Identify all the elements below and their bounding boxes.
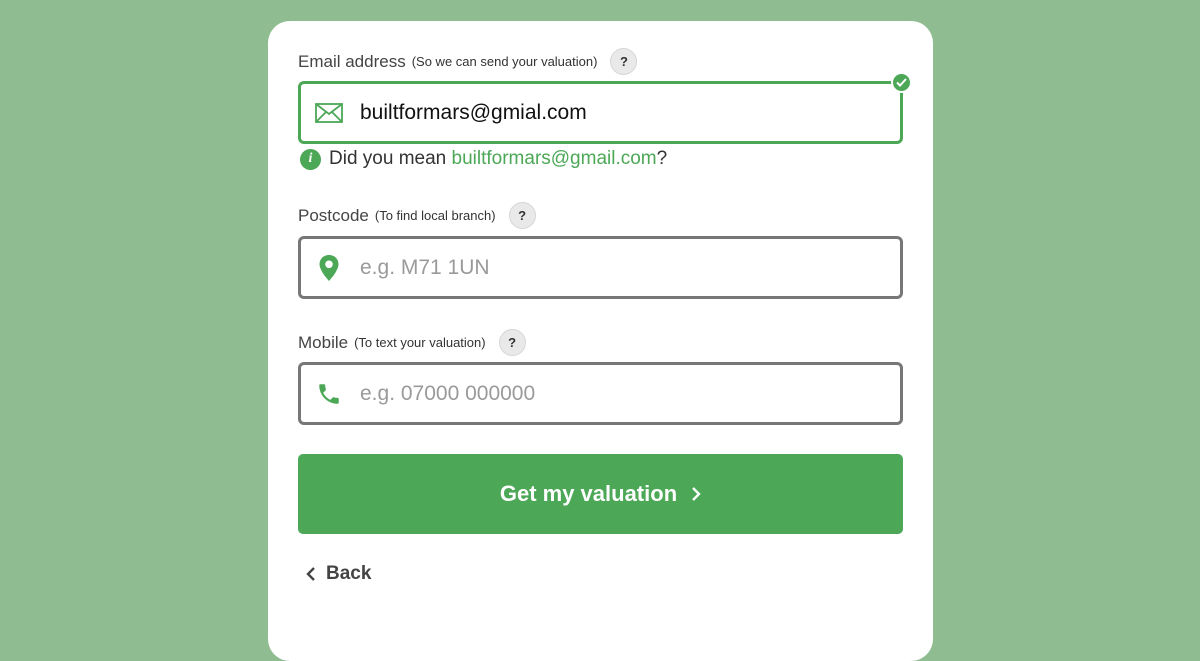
email-hint: (So we can send your valuation) <box>411 54 598 69</box>
email-label-row: Email address (So we can send your valua… <box>298 48 638 75</box>
map-pin-icon <box>301 239 357 296</box>
chevron-left-icon <box>306 566 316 582</box>
back-link[interactable]: Back <box>306 563 371 585</box>
chevron-right-icon <box>691 486 701 502</box>
mobile-label: Mobile <box>298 332 349 352</box>
email-field[interactable] <box>298 72 912 144</box>
valuation-form-card: Email address (So we can send your valua… <box>268 21 933 661</box>
get-valuation-button[interactable]: Get my valuation <box>298 454 903 534</box>
suggestion-prefix: Did you mean <box>329 148 452 169</box>
suggested-email-link[interactable]: builtformars@gmail.com <box>452 148 657 170</box>
mobile-hint: (To text your valuation) <box>354 335 486 350</box>
back-label: Back <box>326 563 372 584</box>
postcode-input[interactable] <box>360 255 880 280</box>
valid-check-icon <box>891 72 912 93</box>
suggestion-suffix: ? <box>656 148 668 169</box>
get-valuation-label: Get my valuation <box>499 481 678 506</box>
postcode-help-button[interactable]: ? <box>508 202 536 229</box>
mobile-input[interactable] <box>360 381 880 406</box>
envelope-icon <box>301 84 357 141</box>
phone-icon <box>301 365 357 422</box>
postcode-label-row: Postcode (To find local branch) ? <box>298 202 536 229</box>
postcode-field[interactable] <box>298 236 903 299</box>
info-icon: i <box>300 148 321 170</box>
email-input[interactable] <box>360 100 880 125</box>
email-help-button[interactable]: ? <box>610 48 638 75</box>
email-suggestion: i Did you mean builtformars@gmail.com ? <box>300 148 667 170</box>
mobile-label-row: Mobile (To text your valuation) ? <box>298 329 526 356</box>
mobile-field[interactable] <box>298 362 903 425</box>
email-label: Email address <box>298 51 406 71</box>
postcode-hint: (To find local branch) <box>374 208 496 223</box>
postcode-label: Postcode <box>298 205 369 225</box>
mobile-help-button[interactable]: ? <box>498 329 526 356</box>
